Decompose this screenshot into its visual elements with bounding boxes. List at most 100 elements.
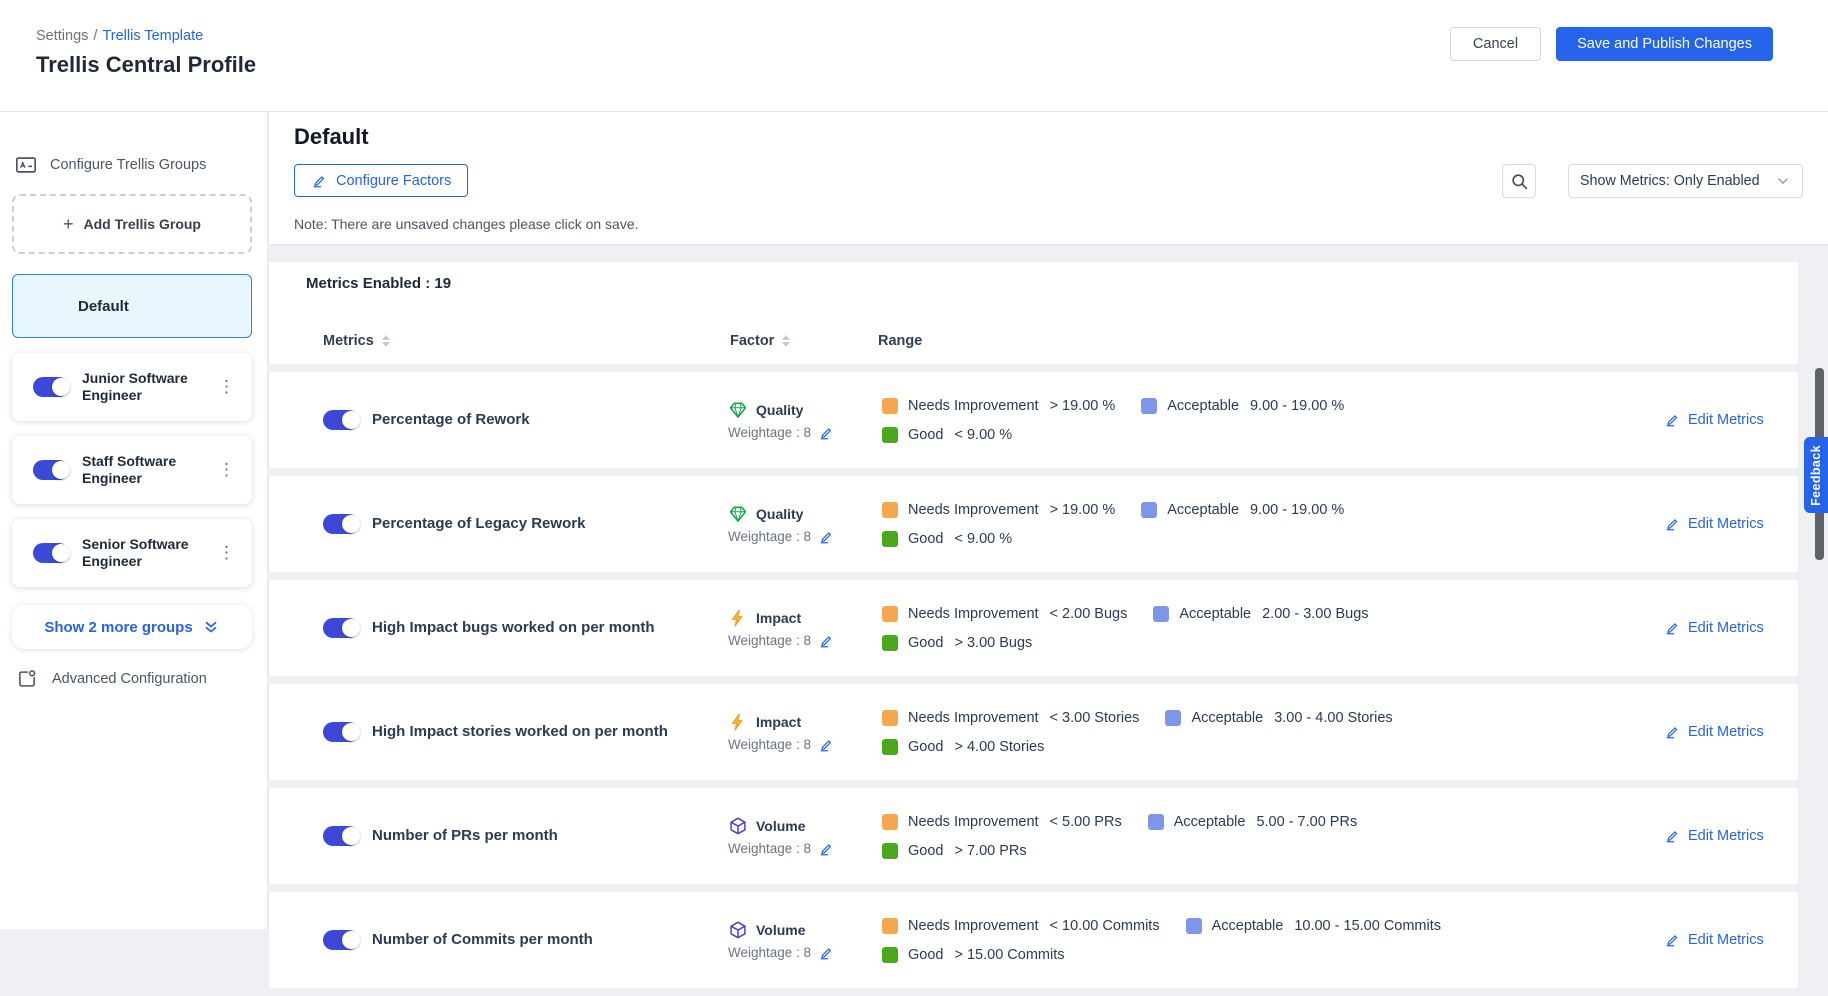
range-chip: Acceptable10.00 - 15.00 Commits	[1186, 918, 1441, 934]
metrics-enabled-count: Metrics Enabled : 19	[306, 275, 451, 292]
factor-name: Quality	[756, 506, 803, 522]
factor-name: Volume	[756, 922, 806, 938]
metric-enabled-toggle[interactable]	[323, 514, 359, 534]
add-trellis-group-button[interactable]: + Add Trellis Group	[12, 194, 252, 254]
breadcrumb-settings[interactable]: Settings	[36, 28, 88, 44]
factor-cell: Impact Weightage : 8	[728, 684, 834, 780]
range-cell: Needs Improvement> 19.00 %Acceptable9.00…	[882, 372, 1460, 468]
column-header-factor[interactable]: Factor	[730, 333, 790, 349]
save-and-publish-button[interactable]: Save and Publish Changes	[1556, 27, 1773, 61]
edit-metrics-label: Edit Metrics	[1688, 932, 1764, 948]
search-button[interactable]	[1502, 164, 1536, 198]
range-color-swatch	[882, 427, 898, 443]
range-value: > 19.00 %	[1050, 398, 1116, 414]
metrics-table-header: Metrics Enabled : 19 Metrics Factor Rang…	[269, 262, 1798, 364]
breadcrumb-trellis-template[interactable]: Trellis Template	[102, 28, 203, 44]
feedback-tab-label: Feedback	[1809, 445, 1823, 506]
sidebar-group-card[interactable]: Junior Software Engineer ⋮	[12, 353, 252, 421]
edit-weightage-icon[interactable]	[818, 425, 834, 441]
cube-volume-icon	[728, 816, 748, 836]
metric-enabled-toggle[interactable]	[323, 410, 359, 430]
edit-metrics-button[interactable]: Edit Metrics	[1664, 892, 1764, 988]
edit-metrics-button[interactable]: Edit Metrics	[1664, 476, 1764, 572]
metric-row: Number of PRs per month Volume Weightage…	[269, 788, 1798, 884]
advanced-configuration-button[interactable]: Advanced Configuration	[16, 668, 207, 690]
edit-weightage-icon[interactable]	[818, 841, 834, 857]
factor-cell: Impact Weightage : 8	[728, 580, 834, 676]
configure-factors-button[interactable]: Configure Factors	[294, 164, 468, 197]
edit-metrics-button[interactable]: Edit Metrics	[1664, 684, 1764, 780]
metric-name: Number of PRs per month	[372, 788, 702, 884]
range-level-label: Good	[908, 427, 943, 443]
sidebar-group-card[interactable]: Senior Software Engineer ⋮	[12, 519, 252, 587]
range-color-swatch	[882, 531, 898, 547]
weightage-label: Weightage : 8	[728, 945, 811, 960]
range-level-label: Needs Improvement	[908, 606, 1039, 622]
range-level-label: Acceptable	[1179, 606, 1251, 622]
group-enabled-toggle[interactable]	[33, 377, 69, 397]
badge-icon	[15, 154, 37, 176]
metric-enabled-toggle[interactable]	[323, 826, 359, 846]
range-cell: Needs Improvement< 2.00 BugsAcceptable2.…	[882, 580, 1460, 676]
edit-metrics-button[interactable]: Edit Metrics	[1664, 372, 1764, 468]
column-header-metrics[interactable]: Metrics	[323, 333, 390, 349]
kebab-menu-icon[interactable]: ⋮	[214, 375, 239, 399]
metric-row: Percentage of Rework Quality Weightage :…	[269, 372, 1798, 468]
range-level-label: Acceptable	[1167, 398, 1239, 414]
metrics-table-body: Percentage of Rework Quality Weightage :…	[269, 372, 1798, 996]
range-level-label: Good	[908, 843, 943, 859]
weightage-label: Weightage : 8	[728, 529, 811, 544]
edit-metrics-button[interactable]: Edit Metrics	[1664, 788, 1764, 884]
gem-quality-icon	[728, 504, 748, 524]
range-value: > 3.00 Bugs	[954, 635, 1032, 651]
metric-name: Number of Commits per month	[372, 892, 702, 988]
sort-icon[interactable]	[382, 335, 390, 347]
factor-cell: Volume Weightage : 8	[728, 892, 834, 988]
edit-metrics-button[interactable]: Edit Metrics	[1664, 580, 1764, 676]
range-chip: Good< 9.00 %	[882, 427, 1012, 443]
range-value: > 7.00 PRs	[954, 843, 1026, 859]
edit-weightage-icon[interactable]	[818, 945, 834, 961]
sort-icon[interactable]	[782, 335, 790, 347]
kebab-menu-icon[interactable]: ⋮	[214, 541, 239, 565]
range-value: < 10.00 Commits	[1050, 918, 1160, 934]
default-group-label: Default	[13, 298, 129, 315]
metric-name: High Impact bugs worked on per month	[372, 580, 702, 676]
sidebar-group-card[interactable]: Staff Software Engineer ⋮	[12, 436, 252, 504]
feedback-tab[interactable]: Feedback	[1804, 437, 1828, 513]
metric-row: Number of Commits per month Volume Weigh…	[269, 892, 1798, 988]
kebab-menu-icon[interactable]: ⋮	[214, 458, 239, 482]
edit-weightage-icon[interactable]	[818, 633, 834, 649]
group-enabled-toggle[interactable]	[33, 543, 69, 563]
edit-weightage-icon[interactable]	[818, 737, 834, 753]
breadcrumb-separator: /	[93, 28, 97, 44]
pencil-icon	[1664, 932, 1680, 948]
factor-name: Volume	[756, 818, 806, 834]
group-name: Junior Software Engineer	[82, 370, 214, 404]
column-header-factor-label: Factor	[730, 333, 774, 349]
sidebar-item-default[interactable]: Default	[12, 274, 252, 338]
edit-weightage-icon[interactable]	[818, 529, 834, 545]
metric-enabled-toggle[interactable]	[323, 930, 359, 950]
top-bar: Settings/Trellis Template Trellis Centra…	[0, 0, 1828, 112]
show-more-groups-button[interactable]: Show 2 more groups	[12, 605, 252, 649]
weightage-label: Weightage : 8	[728, 737, 811, 752]
factor-name: Impact	[756, 714, 801, 730]
metric-enabled-toggle[interactable]	[323, 722, 359, 742]
range-chip: Good< 9.00 %	[882, 531, 1012, 547]
range-color-swatch	[1153, 606, 1169, 622]
range-value: 5.00 - 7.00 PRs	[1256, 814, 1357, 830]
show-metrics-dropdown[interactable]: Show Metrics: Only Enabled	[1568, 164, 1803, 198]
range-value: < 9.00 %	[954, 531, 1012, 547]
plus-icon: +	[63, 215, 74, 233]
range-level-label: Needs Improvement	[908, 918, 1039, 934]
metric-enabled-toggle[interactable]	[323, 618, 359, 638]
range-cell: Needs Improvement< 3.00 StoriesAcceptabl…	[882, 684, 1460, 780]
group-name: Staff Software Engineer	[82, 453, 214, 487]
range-chip: Needs Improvement < 10.00 Commits	[882, 918, 1160, 934]
range-level-label: Needs Improvement	[908, 814, 1039, 830]
group-enabled-toggle[interactable]	[33, 460, 69, 480]
cancel-button[interactable]: Cancel	[1450, 27, 1541, 61]
range-color-swatch	[882, 502, 898, 518]
range-chip: Good> 15.00 Commits	[882, 947, 1065, 963]
